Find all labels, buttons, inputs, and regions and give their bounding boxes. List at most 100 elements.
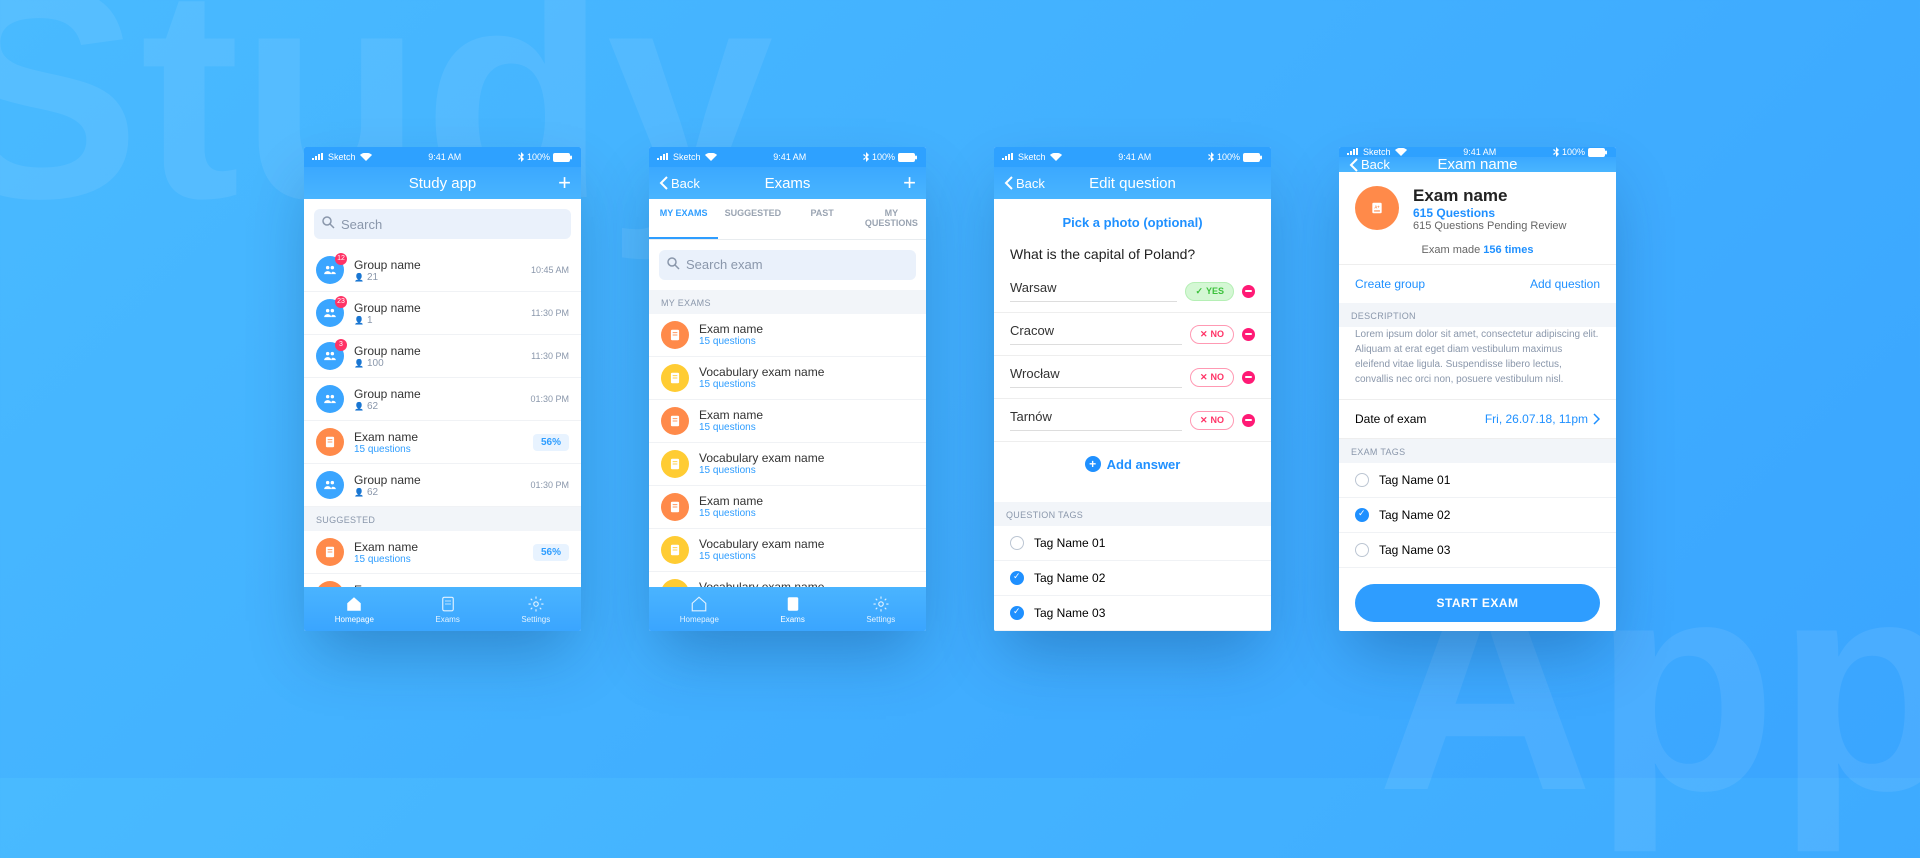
answer-text[interactable]: Wrocław bbox=[1010, 366, 1182, 388]
correct-toggle[interactable]: ✕NO bbox=[1190, 325, 1234, 344]
back-button[interactable]: Back bbox=[1004, 176, 1045, 191]
badge: 23 bbox=[335, 296, 347, 308]
tab-my-questions[interactable]: MY QUESTIONS bbox=[857, 199, 926, 239]
group-row[interactable]: 23 Group name 👤1 11:30 PM bbox=[304, 292, 581, 335]
section-description: DESCRIPTION bbox=[1339, 303, 1616, 327]
add-answer-button[interactable]: + Add answer bbox=[994, 442, 1271, 486]
section-question-tags: QUESTION TAGS bbox=[994, 502, 1271, 526]
tag-row[interactable]: Tag Name 02 bbox=[994, 561, 1271, 596]
tab-past[interactable]: PAST bbox=[788, 199, 857, 239]
navbar: Back Edit question bbox=[994, 167, 1271, 199]
tab-settings[interactable]: Settings bbox=[866, 595, 895, 624]
screen-edit-question: Sketch 9:41 AM 100% Back Edit question P… bbox=[994, 147, 1271, 631]
tabbar: Homepage Exams Settings bbox=[304, 587, 581, 631]
chevron-right-icon bbox=[1592, 413, 1600, 425]
bluetooth-icon bbox=[1553, 147, 1559, 157]
person-icon: 👤 bbox=[354, 488, 364, 497]
correct-toggle[interactable]: ✓YES bbox=[1185, 282, 1234, 301]
screen-exams: Sketch 9:41 AM 100% Back Exams + MY EXAM… bbox=[649, 147, 926, 631]
search-icon bbox=[667, 257, 680, 273]
exam-row[interactable]: Vocabulary exam name15 questions bbox=[649, 357, 926, 400]
create-group-link[interactable]: Create group bbox=[1355, 277, 1425, 291]
tab-settings[interactable]: Settings bbox=[521, 595, 550, 624]
bluetooth-icon bbox=[518, 152, 524, 162]
delete-answer-button[interactable] bbox=[1242, 328, 1255, 341]
exam-row[interactable]: Exam name 15 questions 56% bbox=[304, 574, 581, 587]
answers: Warsaw ✓YES Cracow ✕NO Wrocław ✕NO Tarnó… bbox=[994, 270, 1271, 442]
exam-row[interactable]: Exam name 15 questions 56% bbox=[304, 531, 581, 574]
radio[interactable] bbox=[1010, 606, 1024, 620]
answer-text[interactable]: Warsaw bbox=[1010, 280, 1177, 302]
tab-exams[interactable]: Exams bbox=[780, 595, 804, 624]
tab-home[interactable]: Homepage bbox=[335, 595, 374, 624]
tag-row[interactable]: Tag Name 03 bbox=[1339, 533, 1616, 568]
exam-row[interactable]: Vocabulary exam name15 questions bbox=[649, 572, 926, 587]
svg-text:A+: A+ bbox=[1374, 205, 1380, 210]
search-input[interactable]: Search bbox=[314, 209, 571, 239]
tab-home[interactable]: Homepage bbox=[680, 595, 719, 624]
add-question-link[interactable]: Add question bbox=[1530, 277, 1600, 291]
group-row[interactable]: 3 Group name 👤100 11:30 PM bbox=[304, 335, 581, 378]
correct-toggle[interactable]: ✕NO bbox=[1190, 368, 1234, 387]
delete-answer-button[interactable] bbox=[1242, 414, 1255, 427]
delete-answer-button[interactable] bbox=[1242, 371, 1255, 384]
exam-row[interactable]: Vocabulary exam name15 questions bbox=[649, 529, 926, 572]
tag-row[interactable]: Tag Name 02 bbox=[1339, 498, 1616, 533]
date-row[interactable]: Date of exam Fri, 26.07.18, 11pm bbox=[1339, 399, 1616, 439]
exam-row[interactable]: Exam name15 questions bbox=[649, 314, 926, 357]
exam-row[interactable]: Exam name 15 questions 56% bbox=[304, 421, 581, 464]
back-button[interactable]: Back bbox=[1349, 157, 1390, 172]
person-icon: 👤 bbox=[354, 273, 364, 282]
search-icon bbox=[322, 216, 335, 232]
radio[interactable] bbox=[1010, 571, 1024, 585]
delete-answer-button[interactable] bbox=[1242, 285, 1255, 298]
tab-my-exams[interactable]: MY EXAMS bbox=[649, 199, 718, 239]
bluetooth-icon bbox=[863, 152, 869, 162]
carrier: Sketch bbox=[328, 152, 356, 162]
group-row[interactable]: Group name 👤62 01:30 PM bbox=[304, 378, 581, 421]
correct-toggle[interactable]: ✕NO bbox=[1190, 411, 1234, 430]
pending-review: 615 Questions Pending Review bbox=[1413, 220, 1566, 232]
badge: 3 bbox=[335, 339, 347, 351]
wifi-icon bbox=[705, 153, 717, 161]
pick-photo-link[interactable]: Pick a photo (optional) bbox=[994, 199, 1271, 246]
section-suggested: SUGGESTED bbox=[304, 507, 581, 531]
radio[interactable] bbox=[1355, 543, 1369, 557]
group-icon: 3 bbox=[316, 342, 344, 370]
start-exam-button[interactable]: START EXAM bbox=[1355, 584, 1600, 622]
progress-chip: 56% bbox=[533, 434, 569, 451]
person-icon: 👤 bbox=[354, 316, 364, 325]
home-list: 12 Group name 👤21 10:45 AM 23 Group name… bbox=[304, 249, 581, 587]
group-icon: 23 bbox=[316, 299, 344, 327]
date-label: Date of exam bbox=[1355, 412, 1426, 426]
battery-icon bbox=[553, 153, 573, 162]
tab-exams[interactable]: Exams bbox=[435, 595, 459, 624]
group-icon bbox=[316, 471, 344, 499]
badge: 12 bbox=[335, 253, 347, 265]
bluetooth-icon bbox=[1208, 152, 1214, 162]
exam-row[interactable]: Exam name15 questions bbox=[649, 400, 926, 443]
add-button[interactable]: + bbox=[903, 170, 916, 196]
battery-icon bbox=[1588, 148, 1608, 157]
answer-text[interactable]: Tarnów bbox=[1010, 409, 1182, 431]
navbar: Back Exams + bbox=[649, 167, 926, 199]
group-row[interactable]: Group name 👤62 01:30 PM bbox=[304, 464, 581, 507]
wifi-icon bbox=[1395, 148, 1407, 156]
exam-row[interactable]: Exam name15 questions bbox=[649, 486, 926, 529]
radio[interactable] bbox=[1355, 473, 1369, 487]
radio[interactable] bbox=[1355, 508, 1369, 522]
tag-row[interactable]: Tag Name 01 bbox=[1339, 463, 1616, 498]
radio[interactable] bbox=[1010, 536, 1024, 550]
back-button[interactable]: Back bbox=[659, 176, 700, 191]
search-input[interactable]: Search exam bbox=[659, 250, 916, 280]
progress-chip: 56% bbox=[533, 544, 569, 561]
group-row[interactable]: 12 Group name 👤21 10:45 AM bbox=[304, 249, 581, 292]
exam-row[interactable]: Vocabulary exam name15 questions bbox=[649, 443, 926, 486]
add-button[interactable]: + bbox=[558, 170, 571, 196]
tag-row[interactable]: Tag Name 01 bbox=[994, 526, 1271, 561]
answer-text[interactable]: Cracow bbox=[1010, 323, 1182, 345]
exam-made: Exam made 156 times bbox=[1339, 236, 1616, 265]
exam-icon bbox=[661, 536, 689, 564]
tag-row[interactable]: Tag Name 03 bbox=[994, 596, 1271, 631]
tab-suggested[interactable]: SUGGESTED bbox=[718, 199, 787, 239]
